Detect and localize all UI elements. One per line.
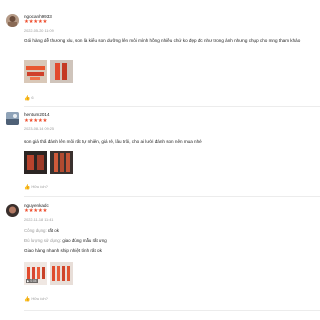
review-photo[interactable] [24,151,47,174]
video-duration: 0:04 [30,279,37,283]
review-date: 2023-08-14 09:25 [24,127,54,131]
review-attribute: Đủ lượng sử dụng: giao đúng mẫu rất ưng [24,238,107,243]
review-text: son giá thấ đánh lên môi rất tự nhiên, g… [24,139,202,144]
thumb-up-icon: 👍 [24,95,31,102]
review-text: Gói hàng dễ thương xỉu, son là kiểu son … [24,38,301,43]
review-photo[interactable] [24,60,47,83]
avatar[interactable] [6,204,19,217]
like-button[interactable]: 👍 6 [24,95,34,102]
video-badge: ▶ 0:04 [26,279,38,283]
rating-stars: ★★★★★ [24,19,48,25]
thumb-up-icon: 👍 [24,184,31,191]
avatar[interactable] [6,112,19,125]
divider [24,106,320,107]
username[interactable]: hentum2014 [24,112,50,117]
like-label: Hữu ích? [31,296,48,301]
avatar[interactable] [6,14,19,27]
review-photo[interactable] [50,262,73,285]
rating-stars: ★★★★★ [24,208,48,214]
like-button[interactable]: 👍 Hữu ích? [24,296,48,303]
review-photo[interactable] [50,151,73,174]
review-text: Giao hàng nhanh ship nhiệt tình rất ok [24,248,102,253]
review-photo[interactable] [50,60,73,83]
divider [24,196,320,197]
review-date: 2022-05-20 11:09 [24,29,54,33]
thumb-up-icon: 👍 [24,296,31,303]
like-label: Hữu ích? [31,184,48,189]
review-video[interactable]: ▶ 0:04 [24,262,47,285]
like-count: 6 [31,95,34,100]
divider [24,310,320,311]
review-attribute: Công dụng: rất ok [24,228,59,233]
review-date: 2022-11-18 11:41 [24,218,54,222]
like-button[interactable]: 👍 Hữu ích? [24,184,48,191]
rating-stars: ★★★★★ [24,118,48,124]
